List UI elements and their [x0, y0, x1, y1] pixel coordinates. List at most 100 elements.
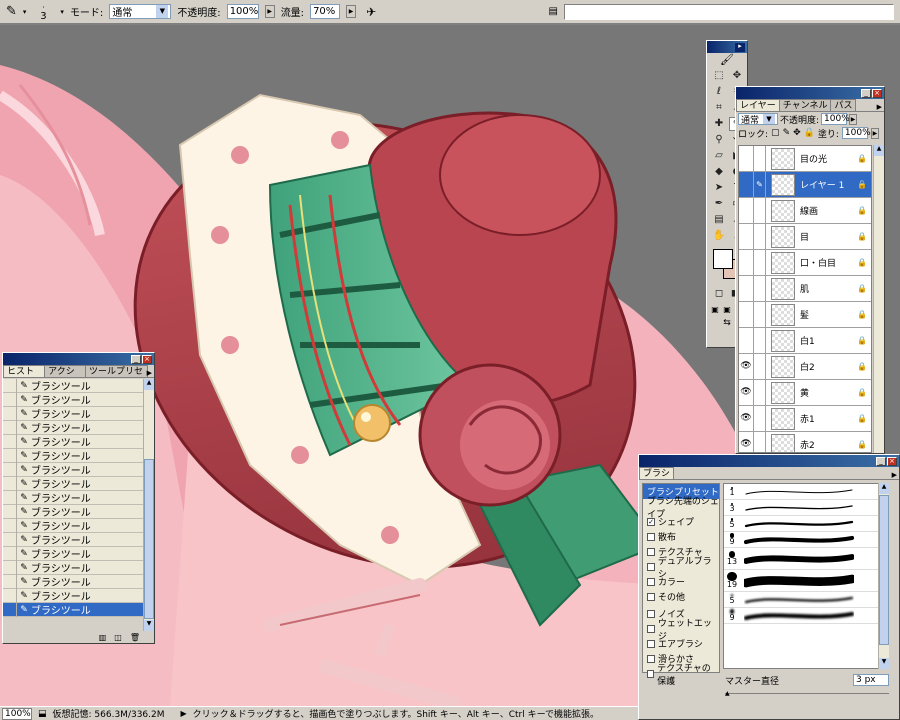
history-item[interactable]: ✎ ブラシツール: [3, 532, 143, 547]
brush-preset-row[interactable]: 5: [724, 516, 886, 532]
eraser-tool-icon[interactable]: ▱: [711, 149, 727, 163]
crop-tool-icon[interactable]: ⌗: [711, 101, 727, 115]
close-button[interactable]: ×: [887, 456, 897, 466]
history-item[interactable]: ✎ ブラシツール: [3, 574, 143, 589]
brush-option-item[interactable]: ブラシ先端のシェイプ: [643, 497, 719, 520]
tab-brushes[interactable]: ブラシ: [639, 467, 674, 479]
scroll-up-button[interactable]: ▲: [879, 483, 889, 494]
tab-channels[interactable]: チャンネル: [778, 99, 832, 111]
layer-row[interactable]: 目の光 🔒: [739, 146, 871, 172]
minimize-button[interactable]: _: [131, 354, 141, 364]
layer-row[interactable]: 👁 白2 🔒: [739, 354, 871, 380]
history-item[interactable]: ✎ ブラシツール: [3, 420, 143, 435]
history-item[interactable]: ✎ ブラシツール: [3, 462, 143, 477]
full-screen-menu-icon[interactable]: ▣: [723, 305, 731, 314]
status-arrow-icon[interactable]: ▶: [181, 709, 187, 718]
foreground-color-swatch[interactable]: [713, 249, 733, 269]
airbrush-icon[interactable]: ✈: [366, 5, 376, 19]
tab-actions[interactable]: アクション: [44, 365, 86, 389]
eye-hidden-icon[interactable]: [739, 146, 754, 171]
history-source-checkbox[interactable]: [3, 588, 17, 603]
checkbox-icon[interactable]: [647, 577, 655, 586]
eye-icon[interactable]: 👁: [739, 406, 754, 431]
checkbox-icon[interactable]: [647, 532, 655, 541]
checkbox-icon[interactable]: [647, 547, 655, 556]
standard-screen-icon[interactable]: ▣: [711, 305, 719, 314]
eye-hidden-icon[interactable]: [739, 172, 754, 197]
history-item[interactable]: ✎ ブラシツール: [3, 546, 143, 561]
fill-input[interactable]: 100%: [841, 127, 871, 139]
history-item[interactable]: ✎ ブラシツール: [3, 518, 143, 533]
scroll-up-button[interactable]: ▲: [874, 145, 884, 156]
history-source-checkbox[interactable]: [3, 448, 17, 463]
brush-link-icon[interactable]: ✎: [754, 172, 766, 197]
history-source-checkbox[interactable]: [3, 504, 17, 519]
link-slot-icon[interactable]: [754, 328, 766, 353]
history-source-checkbox[interactable]: [3, 532, 17, 547]
history-item[interactable]: ✎ ブラシツール: [3, 560, 143, 575]
layer-row[interactable]: 口・白目 🔒: [739, 250, 871, 276]
link-slot-icon[interactable]: [754, 224, 766, 249]
brush-option-item[interactable]: その他: [643, 589, 719, 604]
checkbox-icon[interactable]: [647, 654, 655, 663]
layer-row[interactable]: 白1 🔒: [739, 328, 871, 354]
notes-tool-icon[interactable]: ▤: [711, 213, 727, 227]
history-item[interactable]: ✎ ブラシツール: [3, 490, 143, 505]
link-slot-icon[interactable]: [754, 276, 766, 301]
brush-preset-row[interactable]: 5: [724, 592, 886, 608]
history-source-checkbox[interactable]: [3, 406, 17, 421]
palette-well-icon[interactable]: ▤: [549, 6, 558, 17]
history-item[interactable]: ✎ ブラシツール: [3, 476, 143, 491]
history-source-checkbox[interactable]: [3, 574, 17, 589]
scroll-thumb[interactable]: [879, 495, 889, 645]
checkbox-icon[interactable]: [647, 609, 655, 618]
history-item[interactable]: ✎ ブラシツール: [3, 392, 143, 407]
tool-preset-dropdown[interactable]: ▾: [23, 8, 27, 16]
palette-well[interactable]: [564, 3, 894, 20]
move-tool-icon[interactable]: ✥: [729, 69, 745, 83]
history-scrollbar[interactable]: ▲ ▼: [143, 379, 154, 631]
history-source-checkbox[interactable]: [3, 490, 17, 505]
flow-input[interactable]: 70%: [310, 4, 341, 19]
fill-slider-button[interactable]: ▶: [870, 127, 879, 139]
close-button[interactable]: ×: [872, 88, 882, 98]
eye-hidden-icon[interactable]: [739, 302, 754, 327]
brush-preset-row[interactable]: 1: [724, 484, 886, 500]
layer-opacity-slider-button[interactable]: ▶: [849, 113, 858, 125]
blend-mode-select[interactable]: 通常 ▼: [738, 113, 778, 126]
scroll-thumb[interactable]: [144, 459, 154, 619]
scroll-down-button[interactable]: ▼: [144, 620, 154, 631]
history-item[interactable]: ✎ ブラシツール: [3, 602, 143, 617]
lock-transparency-icon[interactable]: ▢: [771, 128, 780, 138]
zoom-level[interactable]: 100%: [2, 707, 32, 720]
checkbox-checked-icon[interactable]: ✓: [647, 517, 655, 526]
checkbox-icon[interactable]: [647, 669, 655, 678]
eye-icon[interactable]: 👁: [739, 354, 754, 379]
toolbox-menu-icon[interactable]: ▸: [735, 42, 745, 52]
brush-option-item[interactable]: デュアルブラシ: [643, 557, 719, 580]
eye-hidden-icon[interactable]: [739, 328, 754, 353]
standard-mode-icon[interactable]: ◻: [711, 287, 727, 301]
history-source-checkbox[interactable]: [3, 602, 17, 617]
history-source-checkbox[interactable]: [3, 379, 17, 393]
checkbox-icon[interactable]: [647, 624, 655, 633]
eye-hidden-icon[interactable]: [739, 198, 754, 223]
marquee-tool-icon[interactable]: ⬚: [711, 69, 727, 83]
history-source-checkbox[interactable]: [3, 476, 17, 491]
minimize-button[interactable]: _: [876, 456, 886, 466]
new-document-icon[interactable]: ▥: [99, 633, 107, 642]
scroll-down-button[interactable]: ▼: [879, 658, 889, 669]
link-slot-icon[interactable]: [754, 302, 766, 327]
history-source-checkbox[interactable]: [3, 420, 17, 435]
brush-presets-scrollbar[interactable]: ▲ ▼: [878, 483, 889, 669]
link-slot-icon[interactable]: [754, 354, 766, 379]
tab-layers[interactable]: レイヤー: [736, 99, 780, 111]
history-item[interactable]: ✎ ブラシツール: [3, 379, 143, 393]
status-info-icon[interactable]: ⬓: [38, 709, 47, 719]
history-source-checkbox[interactable]: [3, 560, 17, 575]
history-source-checkbox[interactable]: [3, 434, 17, 449]
brushes-panel-titlebar[interactable]: _ ×: [639, 455, 899, 467]
tab-history[interactable]: ヒストリー: [3, 365, 46, 389]
history-item[interactable]: ✎ ブラシツール: [3, 406, 143, 421]
eye-hidden-icon[interactable]: [739, 250, 754, 275]
